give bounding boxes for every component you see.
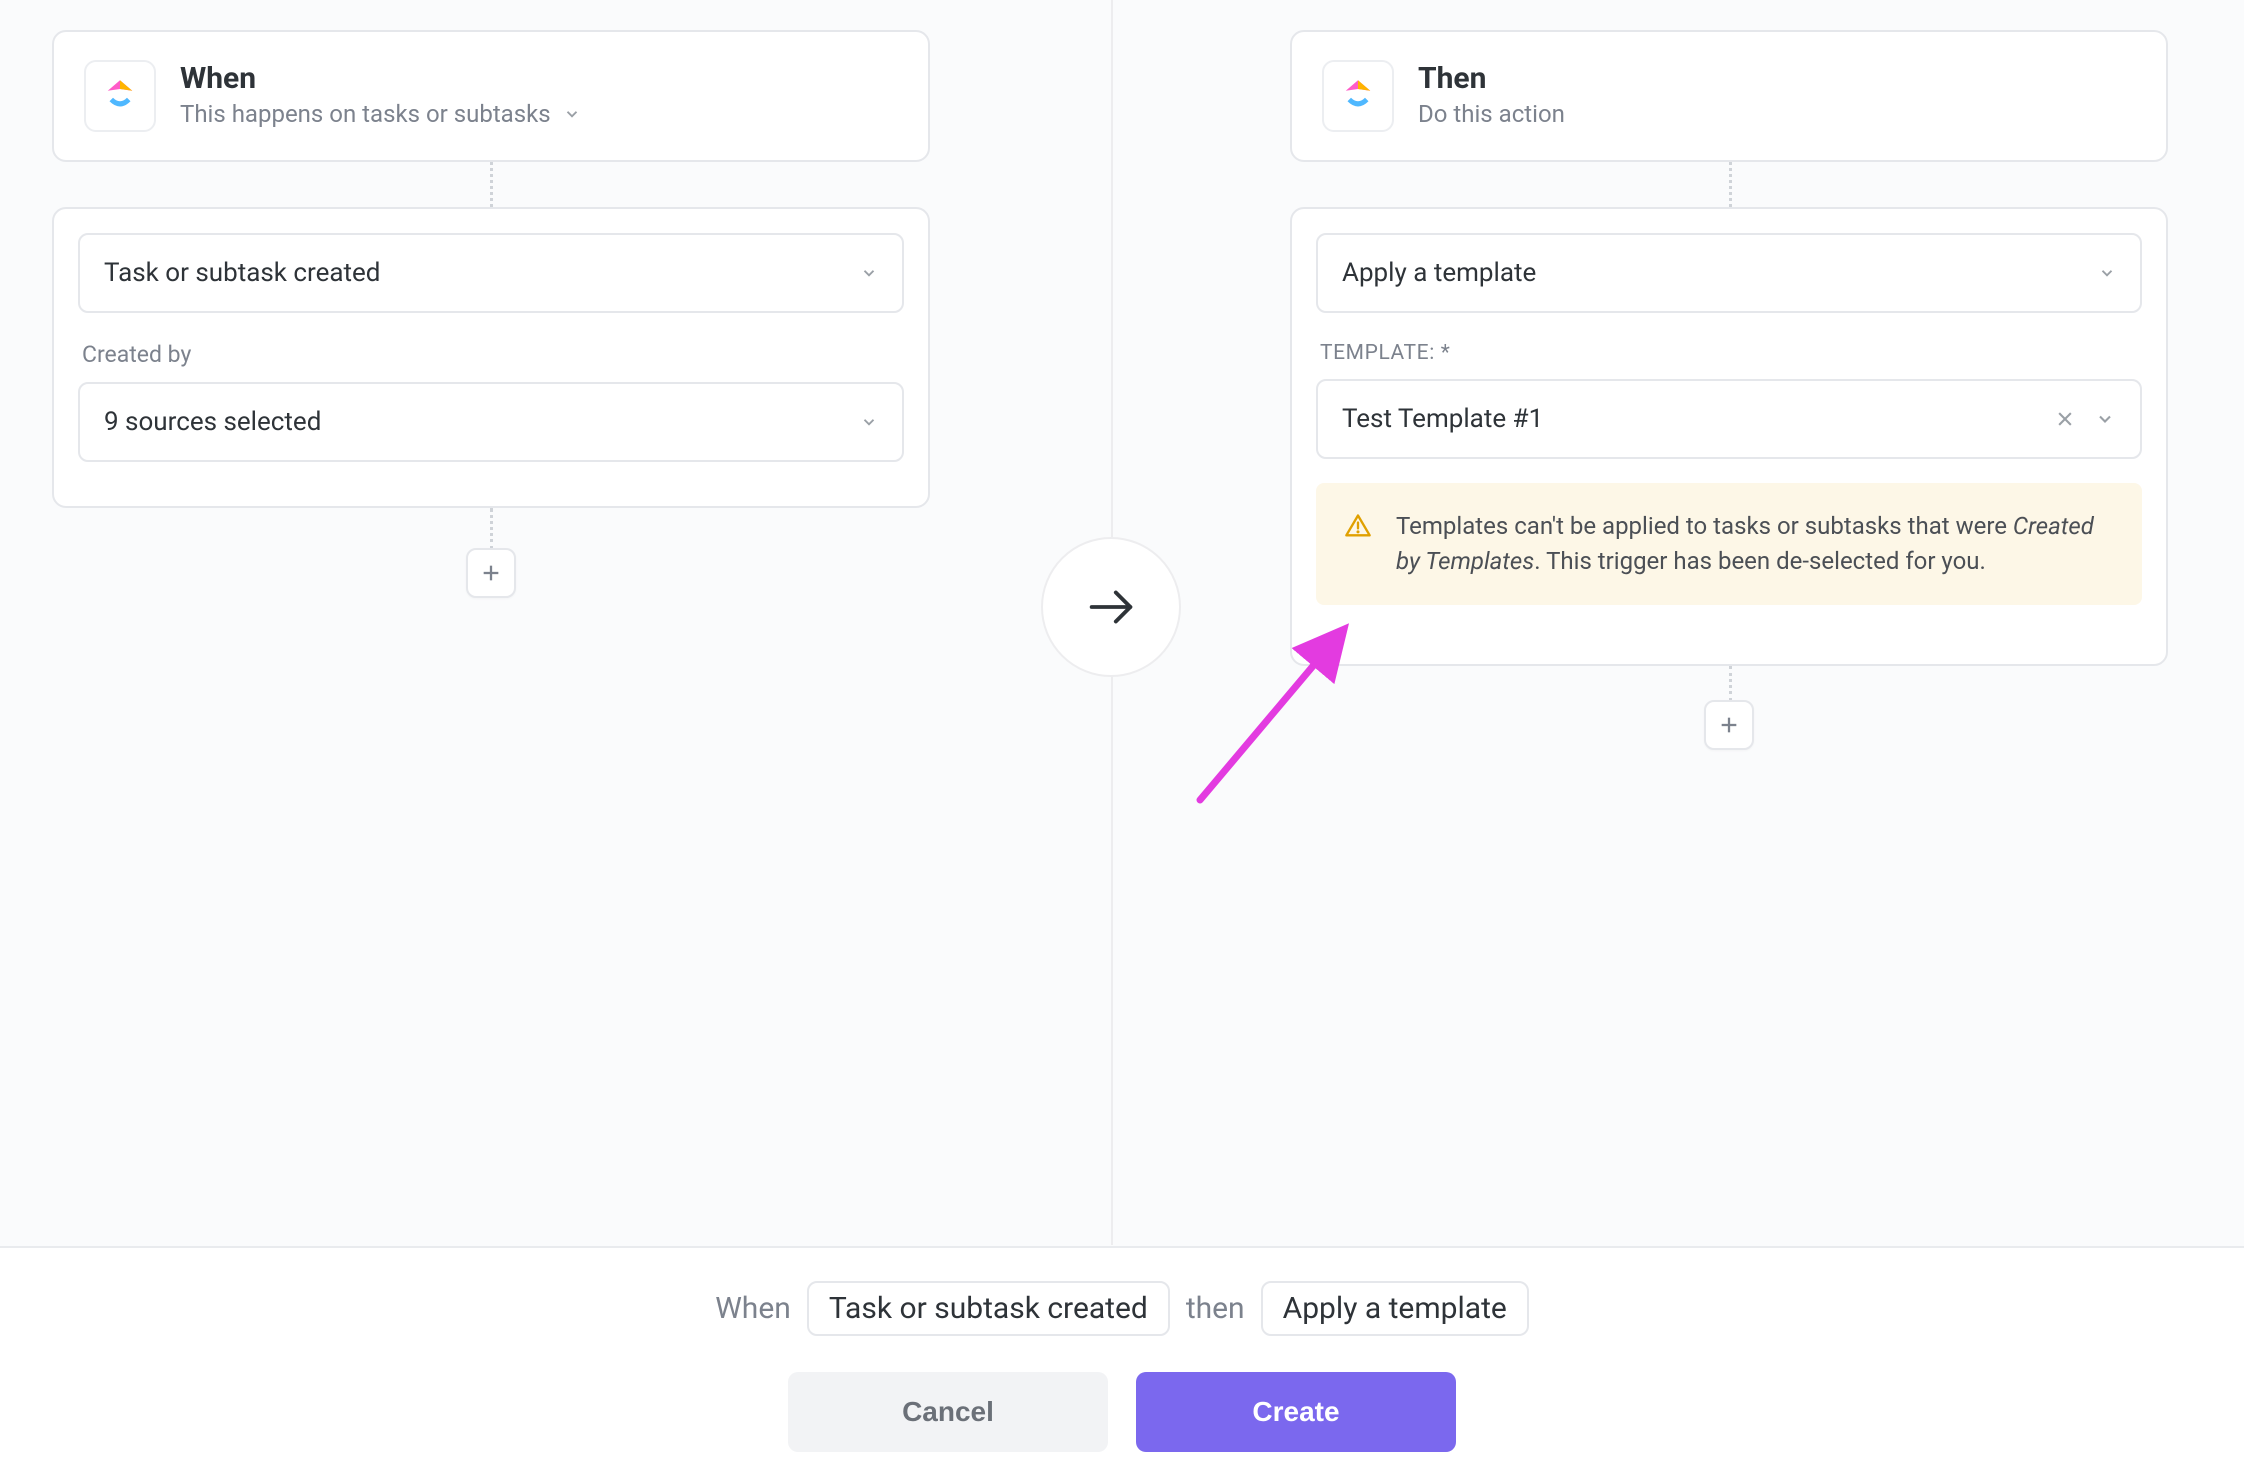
chevron-down-icon bbox=[860, 264, 878, 282]
summary-action-pill: Apply a template bbox=[1261, 1281, 1529, 1336]
connector-line bbox=[490, 162, 493, 207]
arrow-right-icon bbox=[1082, 578, 1140, 636]
when-subtitle-row[interactable]: This happens on tasks or subtasks bbox=[180, 100, 581, 128]
connector-line bbox=[1729, 162, 1732, 207]
chevron-down-icon bbox=[2098, 264, 2116, 282]
action-select[interactable]: Apply a template bbox=[1316, 233, 2142, 313]
created-by-value: 9 sources selected bbox=[104, 407, 321, 437]
when-header-text: When This happens on tasks or subtasks bbox=[180, 64, 581, 128]
clear-template-button[interactable] bbox=[2048, 402, 2082, 436]
warning-suffix: . This trigger has been de-selected for … bbox=[1534, 547, 1986, 575]
clickup-logo-icon bbox=[1337, 75, 1379, 117]
chevron-down-icon bbox=[2095, 409, 2115, 429]
connector-line bbox=[490, 508, 493, 550]
template-warning: Templates can't be applied to tasks or s… bbox=[1316, 483, 2142, 605]
add-action-button[interactable] bbox=[1704, 700, 1754, 750]
warning-prefix: Templates can't be applied to tasks or s… bbox=[1396, 512, 2013, 540]
flow-arrow-circle bbox=[1041, 537, 1181, 677]
create-button[interactable]: Create bbox=[1136, 1372, 1456, 1452]
summary-then-text: then bbox=[1186, 1291, 1245, 1326]
trigger-select[interactable]: Task or subtask created bbox=[78, 233, 904, 313]
footer-bar: When Task or subtask created then Apply … bbox=[0, 1246, 2244, 1484]
chevron-down-icon bbox=[860, 413, 878, 431]
created-by-select[interactable]: 9 sources selected bbox=[78, 382, 904, 462]
template-chevron[interactable] bbox=[2088, 402, 2122, 436]
summary-trigger-pill: Task or subtask created bbox=[807, 1281, 1170, 1336]
template-select-value: Test Template #1 bbox=[1342, 404, 2048, 434]
when-config-card: Task or subtask created Created by 9 sou… bbox=[52, 207, 930, 508]
when-title: When bbox=[180, 64, 581, 94]
trigger-select-value: Task or subtask created bbox=[104, 258, 380, 288]
then-header-text: Then Do this action bbox=[1418, 64, 1565, 128]
footer-button-row: Cancel Create bbox=[788, 1372, 1456, 1452]
close-icon bbox=[2055, 409, 2075, 429]
when-subtitle: This happens on tasks or subtasks bbox=[180, 100, 551, 128]
action-select-value: Apply a template bbox=[1342, 258, 1536, 288]
automation-summary: When Task or subtask created then Apply … bbox=[715, 1281, 1529, 1336]
clickup-logo-icon bbox=[99, 75, 141, 117]
then-config-card: Apply a template TEMPLATE: * Test Templa… bbox=[1290, 207, 2168, 666]
app-logo-box bbox=[1322, 60, 1394, 132]
chevron-down-icon bbox=[563, 105, 581, 123]
warning-text: Templates can't be applied to tasks or s… bbox=[1396, 509, 2114, 579]
automation-canvas: When This happens on tasks or subtasks T… bbox=[0, 0, 2244, 1245]
when-header-card: When This happens on tasks or subtasks bbox=[52, 30, 930, 162]
add-trigger-button[interactable] bbox=[466, 548, 516, 598]
template-select[interactable]: Test Template #1 bbox=[1316, 379, 2142, 459]
connector-line bbox=[1729, 666, 1732, 701]
plus-icon bbox=[1718, 714, 1740, 736]
template-label: TEMPLATE: * bbox=[1320, 341, 2138, 365]
created-by-label: Created by bbox=[82, 341, 900, 368]
then-title: Then bbox=[1418, 64, 1565, 94]
then-header-card: Then Do this action bbox=[1290, 30, 2168, 162]
plus-icon bbox=[480, 562, 502, 584]
warning-icon bbox=[1344, 512, 1372, 540]
then-subtitle: Do this action bbox=[1418, 100, 1565, 128]
summary-when-text: When bbox=[715, 1291, 791, 1326]
cancel-button[interactable]: Cancel bbox=[788, 1372, 1108, 1452]
app-logo-box bbox=[84, 60, 156, 132]
